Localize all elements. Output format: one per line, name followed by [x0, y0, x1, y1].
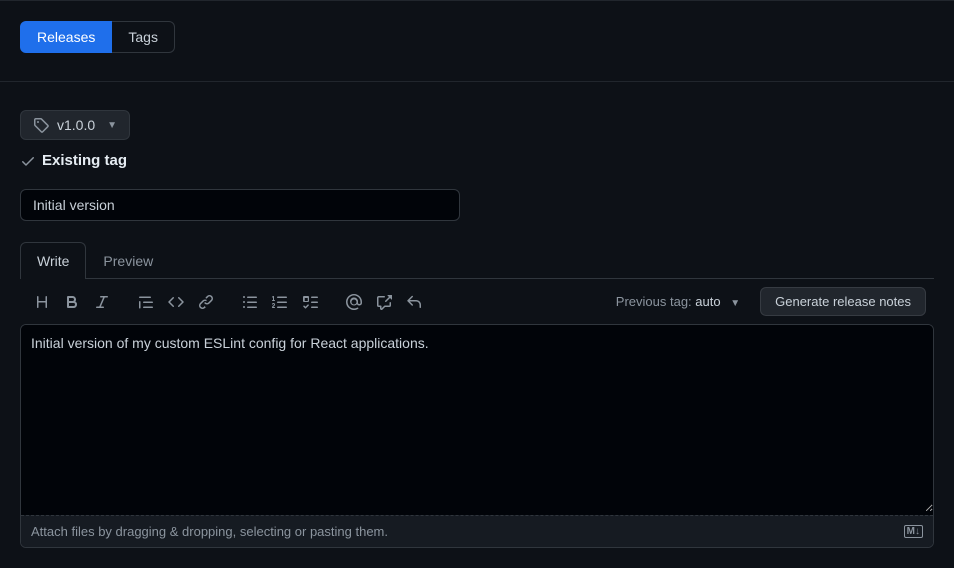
quote-icon[interactable] — [132, 288, 160, 316]
markdown-icon[interactable]: M↓ — [904, 525, 923, 538]
generate-release-notes-button[interactable]: Generate release notes — [760, 287, 926, 316]
reply-icon[interactable] — [400, 288, 428, 316]
previous-tag-dropdown[interactable]: Previous tag: auto ▼ — [616, 294, 740, 309]
editor-tabs: Write Preview — [20, 241, 934, 279]
caret-down-icon: ▼ — [730, 298, 740, 309]
mention-icon[interactable] — [340, 288, 368, 316]
existing-tag-status: Existing tag — [20, 152, 934, 169]
bold-icon[interactable] — [58, 288, 86, 316]
tag-icon — [33, 117, 49, 133]
code-icon[interactable] — [162, 288, 190, 316]
caret-down-icon: ▼ — [107, 120, 117, 131]
tab-write[interactable]: Write — [20, 242, 86, 279]
tag-selector-dropdown[interactable]: v1.0.0 ▼ — [20, 110, 130, 140]
check-icon — [20, 153, 36, 169]
divider — [0, 81, 954, 82]
ordered-list-icon[interactable] — [266, 288, 294, 316]
nav-tab-releases[interactable]: Releases — [20, 21, 112, 53]
existing-tag-label: Existing tag — [42, 152, 127, 169]
tag-selector-value: v1.0.0 — [57, 117, 95, 133]
heading-icon[interactable] — [28, 288, 56, 316]
cross-reference-icon[interactable] — [370, 288, 398, 316]
description-editor: Attach files by dragging & dropping, sel… — [20, 324, 934, 548]
tasklist-icon[interactable] — [296, 288, 324, 316]
previous-tag-label: Previous tag: — [616, 294, 696, 309]
release-title-input[interactable] — [20, 189, 460, 221]
attach-hint-text: Attach files by dragging & dropping, sel… — [31, 524, 388, 539]
unordered-list-icon[interactable] — [236, 288, 264, 316]
nav-tabs: Releases Tags — [20, 21, 934, 53]
italic-icon[interactable] — [88, 288, 116, 316]
link-icon[interactable] — [192, 288, 220, 316]
previous-tag-value: auto — [695, 294, 720, 309]
attach-files-bar[interactable]: Attach files by dragging & dropping, sel… — [21, 515, 933, 547]
editor-toolbar: Previous tag: auto ▼ Generate release no… — [20, 279, 934, 324]
tab-preview[interactable]: Preview — [86, 242, 170, 279]
nav-tab-tags[interactable]: Tags — [112, 21, 175, 53]
description-textarea[interactable] — [21, 325, 933, 512]
